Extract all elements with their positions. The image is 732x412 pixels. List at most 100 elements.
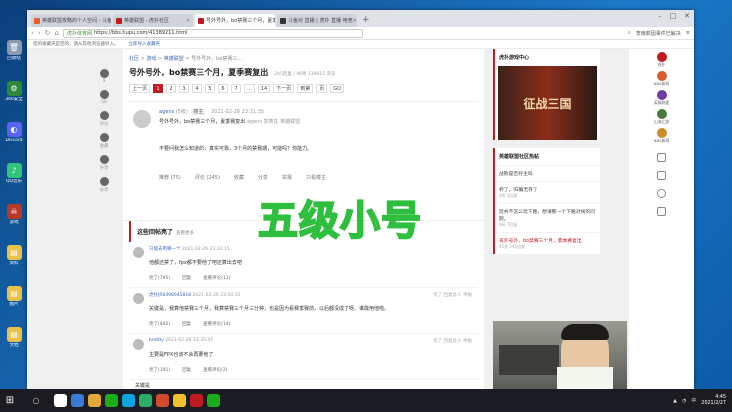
start-icon[interactable]: ⊞ xyxy=(0,389,20,412)
taskbar-app-icon[interactable] xyxy=(207,394,220,407)
page-link[interactable]: 14 xyxy=(257,84,271,93)
reply-action-button[interactable]: 亮了(745) xyxy=(149,275,170,281)
page-link[interactable]: 2 xyxy=(166,84,177,93)
post-action-button[interactable]: 推荐 (75) xyxy=(159,174,181,181)
page-link[interactable]: 下一页 xyxy=(273,84,295,93)
page-link[interactable]: 页 xyxy=(316,84,328,93)
page-link[interactable]: 1 xyxy=(153,84,164,93)
reply-action-button[interactable]: 回复 xyxy=(182,275,191,281)
side-panel-app[interactable]: NBA新闻 xyxy=(629,71,694,87)
crumb-game[interactable]: 游戏 xyxy=(146,56,156,62)
crumb-lol[interactable]: 英雄联盟 xyxy=(164,56,184,62)
page-link[interactable]: 4 xyxy=(192,84,203,93)
left-rail-item[interactable]: 9 xyxy=(95,69,113,84)
hot-post-item[interactable]: 杯了，IG确无存了 0亮 3回复 xyxy=(495,181,600,203)
taskbar-app-icon[interactable] xyxy=(190,394,203,407)
forward-icon[interactable]: › xyxy=(38,29,41,37)
post-action-button[interactable]: 收藏 xyxy=(234,174,244,181)
side-panel-app[interactable]: 山海之道 xyxy=(629,109,694,125)
reply-user[interactable]: 虎扑JR0498645818 xyxy=(149,293,191,298)
new-tab-button[interactable]: + xyxy=(362,14,370,27)
browser-tab[interactable]: 斗鱼对 直播 | 虎扑 直播 电竞 ✕ xyxy=(277,14,357,27)
taskbar-search-icon[interactable]: ○ xyxy=(20,389,52,412)
grid-tool-icon-2[interactable] xyxy=(657,171,666,180)
reply-tools[interactable]: 亮了 回复此人 举报 xyxy=(433,338,472,344)
reload-icon[interactable]: ↻ xyxy=(45,29,51,37)
reply-tools[interactable]: 亮了 回复此人 举报 xyxy=(433,292,472,298)
post-action-button[interactable]: 评论 (245) xyxy=(195,174,220,181)
reply-action-button[interactable]: 回复 xyxy=(182,367,191,373)
volume-icon[interactable]: ◔ xyxy=(682,398,686,404)
side-panel-app[interactable]: NBA新闻 xyxy=(629,128,694,144)
hot-post-item[interactable]: 玩共不怎么玩下路，想请那一个下路对线的问题。 0亮 7回复 xyxy=(495,203,600,232)
tab-close-icon[interactable]: ✕ xyxy=(186,18,190,24)
reply-user[interactable]: 只能去用哪一个 xyxy=(149,247,181,252)
reply-action-button[interactable]: 查看评论(11) xyxy=(203,275,230,281)
reply-action-button[interactable]: 回复 xyxy=(182,321,191,327)
close-icon[interactable]: ✕ xyxy=(684,12,690,20)
hot-post-item[interactable]: 战败是否好主吗 xyxy=(495,165,600,181)
reply-user[interactable]: brettly xyxy=(149,338,164,343)
network-icon[interactable]: ▲ xyxy=(673,398,677,404)
page-link[interactable]: 5 xyxy=(205,84,216,93)
browser-tab[interactable]: 号外号外，bo禁赛三个月，夏季赛复出✕ xyxy=(195,14,275,27)
grid-tool-icon[interactable] xyxy=(657,153,666,162)
avatar[interactable] xyxy=(133,247,144,258)
desktop-icon[interactable]: ▤ 文档 xyxy=(3,327,25,348)
desktop-icon[interactable]: ☠ 游戏 xyxy=(3,204,25,225)
desktop-icon[interactable]: ▤ 图片 xyxy=(3,286,25,307)
browser-tab[interactable]: 英雄联盟 - 虎扑社区 ✕ xyxy=(113,14,193,27)
taskbar-app-icon[interactable] xyxy=(71,394,84,407)
page-link[interactable]: 到第 xyxy=(297,84,314,93)
tab-close-icon[interactable]: ✕ xyxy=(353,18,357,24)
desktop-icon[interactable]: ♪ QQ音乐 xyxy=(3,163,25,184)
author-name[interactable]: agens xyxy=(159,109,174,115)
desktop-icon[interactable]: ▤ 资料 xyxy=(3,245,25,266)
taskbar-app-icon[interactable] xyxy=(122,394,135,407)
side-panel-app[interactable]: 英雄联盟 xyxy=(629,90,694,106)
crumb-community[interactable]: 社区 xyxy=(129,56,139,62)
url-field[interactable]: 虎扑体育网 https://bbs.hupu.com/41389211.html xyxy=(62,28,363,38)
post-action-button[interactable]: 分享 xyxy=(258,174,268,181)
minimize-icon[interactable]: – xyxy=(658,12,662,20)
avatar[interactable] xyxy=(133,110,151,128)
game-banner[interactable]: 征战三国 xyxy=(498,66,597,140)
taskbar-app-icon[interactable] xyxy=(54,394,67,407)
taskbar-app-icon[interactable] xyxy=(139,394,152,407)
import-bookmarks-link[interactable]: 立即导入收藏夹 xyxy=(129,41,161,47)
reply-action-button[interactable]: 亮了(191) xyxy=(149,367,170,373)
taskbar-app-icon[interactable] xyxy=(88,394,101,407)
taskbar-app-icon[interactable] xyxy=(156,394,169,407)
reply-action-button[interactable]: 亮了(492) xyxy=(149,321,170,327)
browser-tab[interactable]: 英雄联盟攻略的个人空间 - 斗鱼✕ xyxy=(31,14,111,27)
more-link[interactable]: 查看更多 xyxy=(176,231,194,236)
search-icon[interactable]: ⌕ xyxy=(628,30,631,36)
upload-icon[interactable] xyxy=(657,207,666,216)
page-link[interactable]: GO xyxy=(330,84,345,93)
avatar[interactable] xyxy=(133,293,144,304)
avatar[interactable] xyxy=(133,339,144,350)
side-panel-app[interactable]: 虎扑 xyxy=(629,52,694,68)
taskbar-app-icon[interactable] xyxy=(105,394,118,407)
reply-action-button[interactable]: 查看评论(2) xyxy=(203,367,227,373)
page-link[interactable]: 3 xyxy=(179,84,190,93)
left-rail-item[interactable]: 分享 xyxy=(95,177,113,193)
left-rail-item[interactable]: 56 xyxy=(95,90,113,105)
post-action-button[interactable]: 只看楼主 xyxy=(306,174,326,181)
desktop-icon[interactable]: 🗑 回收站 xyxy=(3,40,25,61)
page-link[interactable]: 7 xyxy=(231,84,242,93)
left-rail-item[interactable]: 收藏 xyxy=(95,133,113,149)
desktop-icon[interactable]: ◐ Discord xyxy=(3,122,25,143)
desktop-icon[interactable]: ⚙ 360安全 xyxy=(3,81,25,102)
ime-indicator[interactable]: 中 xyxy=(691,397,696,404)
page-link[interactable]: 6 xyxy=(218,84,229,93)
post-action-button[interactable]: 举报 xyxy=(282,174,292,181)
hot-post-item[interactable]: 号外号外，bo禁赛三个月，夏季赛复出 45亮 245回复 xyxy=(495,232,600,254)
maximize-icon[interactable]: □ xyxy=(670,12,677,20)
back-icon[interactable]: ‹ xyxy=(31,29,34,37)
left-rail-item[interactable]: 评论 xyxy=(95,111,113,127)
left-rail-item[interactable]: 分享 xyxy=(95,155,113,171)
circle-tool-icon[interactable] xyxy=(657,189,666,198)
clock[interactable]: 4:45 2021/2/27 xyxy=(701,395,726,407)
reply-action-button[interactable]: 查看评论(14) xyxy=(203,321,230,327)
